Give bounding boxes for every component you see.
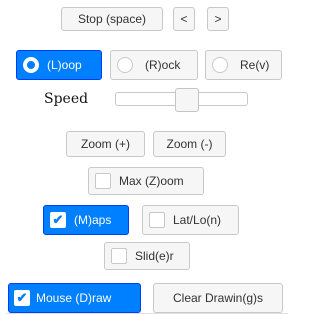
clear-drawings-button[interactable]: Clear Drawin(g)s (153, 283, 283, 313)
rock-label: (R)ock (145, 58, 181, 72)
maps-label: (M)aps (74, 213, 112, 227)
slider-checkbox-button[interactable]: Slid(e)r (104, 242, 190, 270)
loop-radio-button[interactable]: (L)oop (16, 50, 102, 80)
rock-radio-button[interactable]: (R)ock (110, 50, 198, 80)
maps-checkbox-button[interactable]: ✔ (M)aps (43, 205, 129, 235)
zoom-in-button[interactable]: Zoom (+) (66, 131, 145, 157)
zoom-out-label: Zoom (-) (166, 137, 213, 151)
latlon-label: Lat/Lo(n) (173, 213, 222, 227)
max-zoom-label: Max (Z)oom (119, 174, 184, 188)
radio-selected-icon (23, 57, 39, 73)
clear-drawings-label: Clear Drawin(g)s (172, 291, 264, 305)
slider-label: Slid(e)r (135, 249, 174, 263)
previous-button[interactable]: < (173, 7, 195, 31)
latlon-checkbox-button[interactable]: Lat/Lo(n) (142, 205, 239, 235)
reverse-label: Re(v) (240, 58, 270, 72)
max-zoom-checkbox-button[interactable]: Max (Z)oom (88, 167, 204, 195)
radio-unselected-icon (117, 57, 133, 73)
radio-unselected-icon (212, 57, 228, 73)
mouse-draw-checkbox-button[interactable]: ✔ Mouse (D)raw (8, 283, 141, 313)
checkbox-unchecked-icon (111, 248, 127, 264)
mouse-draw-label: Mouse (D)raw (36, 291, 112, 305)
next-button-label: > (214, 12, 222, 26)
stop-button[interactable]: Stop (space) (61, 7, 163, 31)
checkbox-unchecked-icon (95, 173, 111, 189)
speed-label: Speed (44, 91, 89, 107)
zoom-out-button[interactable]: Zoom (-) (153, 131, 226, 157)
checkmark-icon: ✔ (14, 290, 30, 306)
zoom-in-label: Zoom (+) (80, 137, 130, 151)
speed-slider[interactable] (115, 88, 248, 112)
checkbox-unchecked-icon (149, 212, 165, 228)
speed-slider-handle[interactable] (175, 88, 199, 112)
previous-button-label: < (180, 12, 188, 26)
next-button[interactable]: > (207, 7, 229, 31)
checkmark-icon: ✔ (50, 212, 66, 228)
stop-button-label: Stop (space) (77, 12, 147, 26)
loop-label: (L)oop (47, 58, 82, 72)
reverse-radio-button[interactable]: Re(v) (205, 50, 282, 80)
